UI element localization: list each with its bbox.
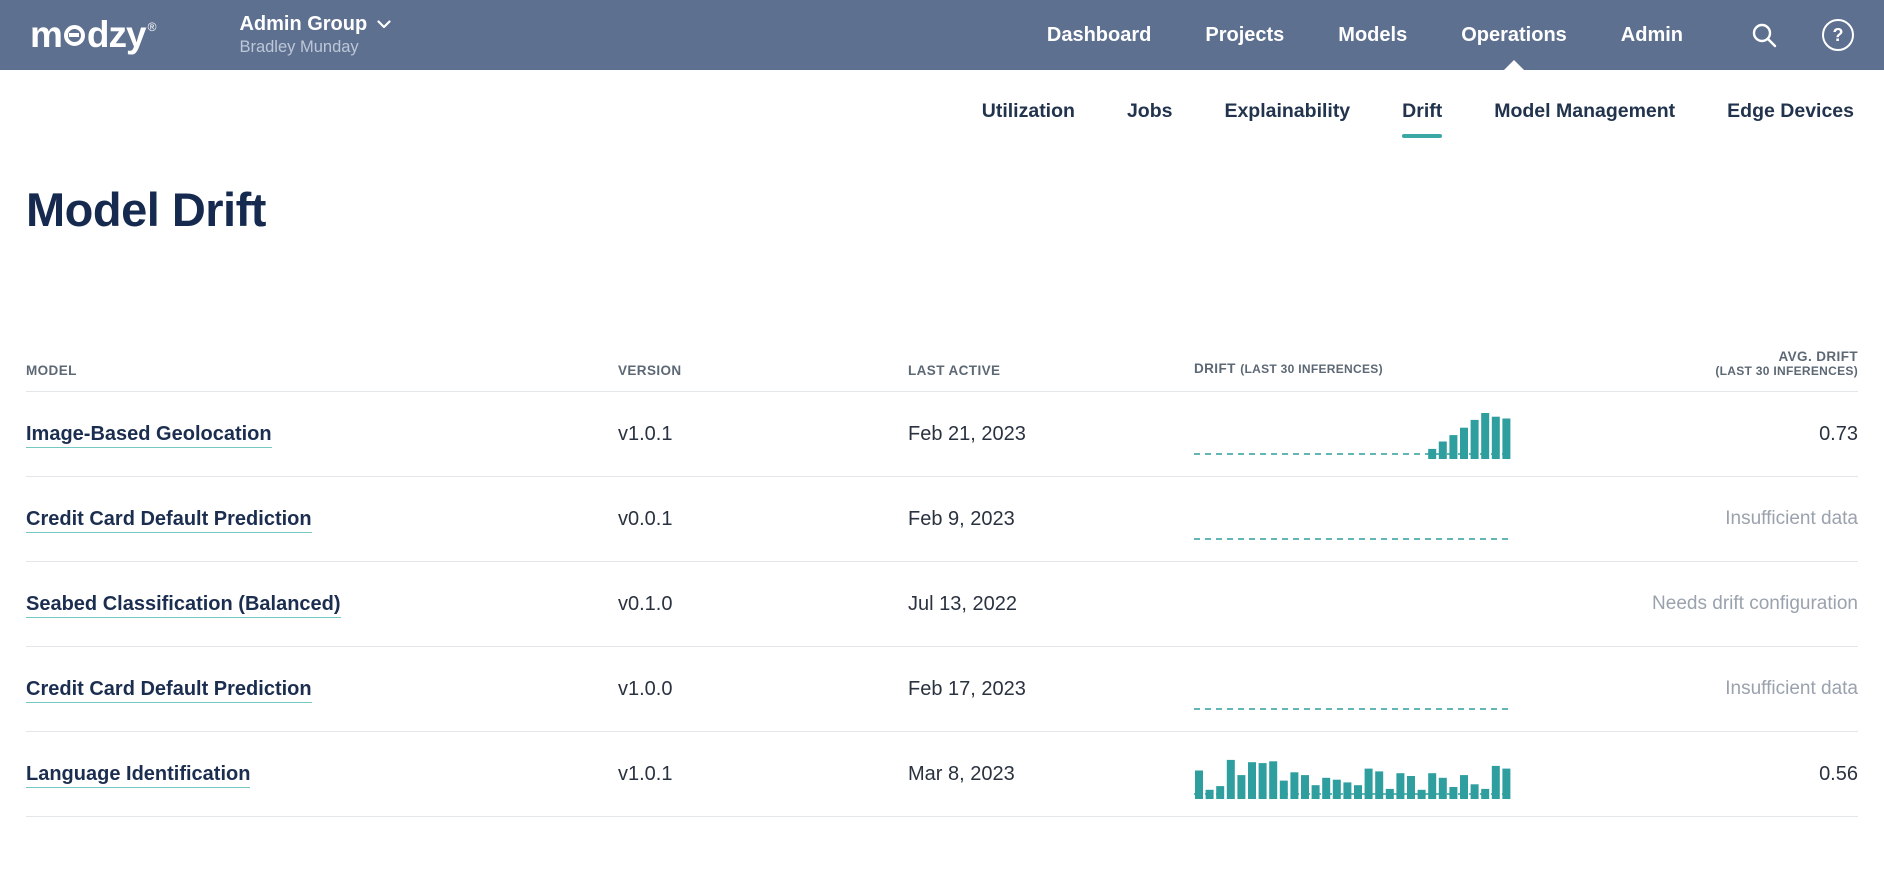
tab-utilization[interactable]: Utilization <box>982 100 1075 138</box>
model-drift-table: MODEL VERSION LAST ACTIVE DRIFT (LAST 30… <box>26 349 1858 817</box>
last-active-cell: Mar 8, 2023 <box>908 763 1194 786</box>
nav-item-operations[interactable]: Operations <box>1434 0 1594 70</box>
tab-explainability[interactable]: Explainability <box>1224 100 1350 138</box>
column-header-version: VERSION <box>618 363 908 378</box>
nav-item-models[interactable]: Models <box>1311 0 1434 70</box>
table-header-row: MODEL VERSION LAST ACTIVE DRIFT (LAST 30… <box>26 349 1858 392</box>
nav-item-dashboard[interactable]: Dashboard <box>1020 0 1178 70</box>
operations-subnav: Utilization Jobs Explainability Drift Mo… <box>0 70 1884 138</box>
last-active-cell: Feb 9, 2023 <box>908 508 1194 531</box>
avg-drift-cell: 0.73 <box>1524 423 1858 446</box>
logo-text: m <box>30 14 62 56</box>
last-active-cell: Feb 21, 2023 <box>908 423 1194 446</box>
chevron-down-icon <box>377 20 391 29</box>
model-link[interactable]: Image-Based Geolocation <box>26 423 272 448</box>
version-cell: v0.0.1 <box>618 508 908 531</box>
last-active-cell: Feb 17, 2023 <box>908 678 1194 701</box>
modzy-logo[interactable]: mdzy® <box>30 14 155 56</box>
column-header-avg-drift: AVG. DRIFT (LAST 30 INFERENCES) <box>1524 349 1858 378</box>
top-navigation-bar: mdzy® Admin Group Bradley Munday Dashboa… <box>0 0 1884 70</box>
avg-drift-cell: 0.56 <box>1524 763 1858 786</box>
table-row: Seabed Classification (Balanced) v0.1.0 … <box>26 562 1858 647</box>
help-button[interactable]: ? <box>1822 19 1854 51</box>
model-link[interactable]: Credit Card Default Prediction <box>26 508 312 533</box>
nav-item-admin[interactable]: Admin <box>1594 0 1710 70</box>
drift-sparkline <box>1194 662 1512 716</box>
drift-sparkline <box>1194 577 1512 631</box>
search-button[interactable] <box>1750 21 1778 49</box>
logo-text: dzy <box>87 14 146 56</box>
drift-sparkline <box>1194 492 1512 546</box>
page-title: Model Drift <box>26 182 1884 237</box>
primary-nav: Dashboard Projects Models Operations Adm… <box>1020 0 1710 70</box>
table-row: Credit Card Default Prediction v0.0.1 Fe… <box>26 477 1858 562</box>
account-group-name: Admin Group <box>239 13 367 36</box>
account-user-name: Bradley Munday <box>239 38 391 57</box>
help-icon: ? <box>1822 19 1854 51</box>
avg-drift-cell: Insufficient data <box>1524 678 1858 700</box>
column-header-last-active: LAST ACTIVE <box>908 363 1194 378</box>
version-cell: v0.1.0 <box>618 593 908 616</box>
table-row: Language Identification v1.0.1 Mar 8, 20… <box>26 732 1858 817</box>
last-active-cell: Jul 13, 2022 <box>908 593 1194 616</box>
drift-sparkline <box>1194 747 1512 801</box>
account-group-switcher[interactable]: Admin Group Bradley Munday <box>239 13 391 57</box>
tab-jobs[interactable]: Jobs <box>1127 100 1173 138</box>
tab-edge-devices[interactable]: Edge Devices <box>1727 100 1854 138</box>
model-link[interactable]: Language Identification <box>26 763 250 788</box>
search-icon <box>1750 21 1778 49</box>
avg-drift-cell: Needs drift configuration <box>1524 593 1858 615</box>
tab-drift[interactable]: Drift <box>1402 100 1442 138</box>
drift-sparkline <box>1194 407 1512 461</box>
version-cell: v1.0.1 <box>618 423 908 446</box>
nav-item-projects[interactable]: Projects <box>1178 0 1311 70</box>
column-header-drift: DRIFT (LAST 30 INFERENCES) <box>1194 360 1524 378</box>
version-cell: v1.0.0 <box>618 678 908 701</box>
table-row: Credit Card Default Prediction v1.0.0 Fe… <box>26 647 1858 732</box>
model-link[interactable]: Seabed Classification (Balanced) <box>26 593 341 618</box>
column-header-model: MODEL <box>26 363 618 378</box>
tab-model-management[interactable]: Model Management <box>1494 100 1675 138</box>
model-link[interactable]: Credit Card Default Prediction <box>26 678 312 703</box>
avg-drift-cell: Insufficient data <box>1524 508 1858 530</box>
version-cell: v1.0.1 <box>618 763 908 786</box>
registered-mark: ® <box>148 20 156 34</box>
table-row: Image-Based Geolocation v1.0.1 Feb 21, 2… <box>26 392 1858 477</box>
logo-o-icon <box>64 25 85 46</box>
